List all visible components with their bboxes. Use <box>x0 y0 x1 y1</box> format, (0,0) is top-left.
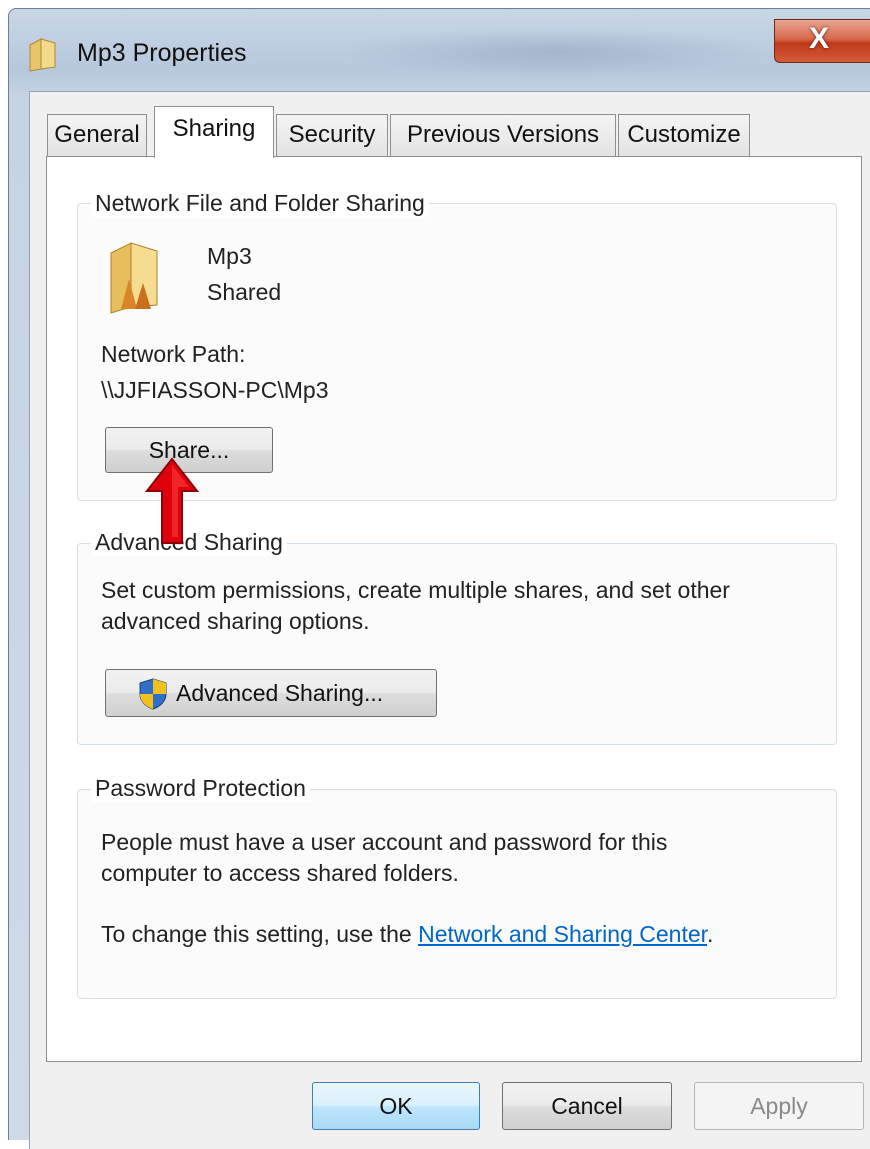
dialog-client-area: General Sharing Security Previous Versio… <box>29 91 870 1149</box>
tab-security[interactable]: Security <box>276 114 388 156</box>
tab-sharing[interactable]: Sharing <box>154 106 274 158</box>
uac-shield-icon <box>139 678 167 710</box>
password-protection-legend: Password Protection <box>91 775 310 802</box>
tab-general-label: General <box>54 121 140 148</box>
tab-general[interactable]: General <box>47 114 147 156</box>
advanced-sharing-button-label: Advanced Sharing... <box>176 680 384 706</box>
tab-security-label: Security <box>288 121 376 148</box>
close-button[interactable]: X <box>774 19 870 63</box>
ok-button[interactable]: OK <box>312 1082 480 1130</box>
title-bar-background <box>339 27 769 77</box>
password-protection-line1: People must have a user account and pass… <box>101 829 668 855</box>
cancel-button[interactable]: Cancel <box>502 1082 672 1130</box>
folder-name: Mp3 <box>207 243 252 269</box>
tab-sharing-label: Sharing <box>172 115 256 142</box>
properties-window: Mp3 Properties X General Sharing Securit… <box>8 8 870 1149</box>
network-sharing-center-link[interactable]: Network and Sharing Center <box>418 921 707 947</box>
close-icon: X <box>809 22 830 55</box>
apply-button-label: Apply <box>750 1093 808 1119</box>
folder-icon <box>29 38 56 72</box>
advanced-sharing-description-line2: advanced sharing options. <box>101 608 370 634</box>
shared-folder-icon <box>110 242 158 314</box>
password-protection-line2: computer to access shared folders. <box>101 860 459 886</box>
tab-previous-versions[interactable]: Previous Versions <box>390 114 616 156</box>
tab-previous-versions-label: Previous Versions <box>406 121 600 148</box>
advanced-sharing-button[interactable]: Advanced Sharing... <box>105 669 437 717</box>
tab-customize-label: Customize <box>627 121 741 148</box>
red-arrow-icon <box>145 457 199 544</box>
window-title: Mp3 Properties <box>77 39 247 67</box>
advanced-sharing-description-line1: Set custom permissions, create multiple … <box>101 577 730 603</box>
sharing-tab-panel: Network File and Folder Sharing Mp3 Shar… <box>46 156 862 1062</box>
password-protection-group <box>77 789 837 999</box>
cancel-button-label: Cancel <box>551 1093 623 1119</box>
apply-button[interactable]: Apply <box>694 1082 864 1130</box>
network-path-value: \\JJFIASSON-PC\Mp3 <box>101 377 329 403</box>
folder-status: Shared <box>207 279 282 305</box>
network-sharing-legend: Network File and Folder Sharing <box>91 190 429 217</box>
tab-customize[interactable]: Customize <box>618 114 750 156</box>
network-path-label: Network Path: <box>101 341 246 367</box>
change-setting-text: To change this setting, use the Network … <box>101 921 713 948</box>
ok-button-label: OK <box>379 1093 413 1119</box>
change-setting-suffix: . <box>707 921 714 947</box>
change-setting-prefix: To change this setting, use the <box>101 921 419 947</box>
